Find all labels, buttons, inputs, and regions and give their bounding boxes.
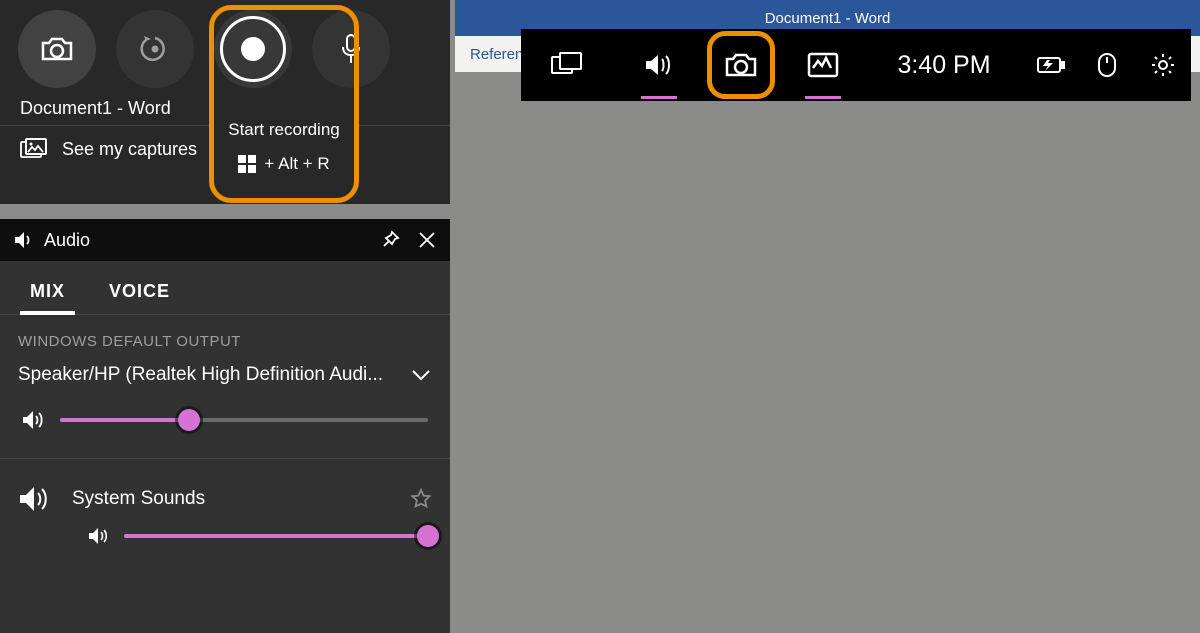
speaker-icon: [14, 231, 34, 249]
camera-highlight: [707, 31, 775, 99]
tab-mix[interactable]: MIX: [30, 281, 65, 314]
ribbon-tab-references[interactable]: Referen: [470, 46, 523, 63]
battery-icon: [1023, 29, 1079, 101]
gamebar-status-bar: 3:40 PM: [521, 29, 1191, 101]
volume-icon[interactable]: [22, 410, 46, 430]
output-volume-slider[interactable]: [60, 418, 428, 422]
word-body: [455, 72, 1200, 633]
mouse-icon: [1079, 29, 1135, 101]
close-icon[interactable]: [418, 231, 436, 249]
output-section-label: WINDOWS DEFAULT OUTPUT: [0, 315, 450, 358]
windows-key-icon: [238, 155, 256, 173]
record-last-button[interactable]: [116, 10, 194, 88]
slider-fill: [124, 534, 428, 538]
output-volume-row: [0, 392, 450, 458]
record-dot-icon: [241, 37, 265, 61]
tooltip-title: Start recording: [228, 120, 340, 140]
performance-underline: [805, 96, 841, 99]
chevron-down-icon: [410, 368, 432, 382]
settings-button[interactable]: [1135, 29, 1191, 101]
slider-fill: [60, 418, 189, 422]
volume-button[interactable]: [613, 29, 705, 101]
camera-button[interactable]: [705, 29, 777, 101]
audio-header: Audio: [0, 219, 450, 261]
tab-voice[interactable]: VOICE: [109, 281, 170, 314]
slider-thumb[interactable]: [417, 525, 439, 547]
see-captures-label: See my captures: [62, 139, 197, 160]
start-recording-button[interactable]: [214, 10, 292, 88]
audio-panel: Audio MIX VOICE WINDOWS DEFAULT OUTPUT S…: [0, 219, 450, 633]
favorite-star-icon[interactable]: [410, 488, 432, 510]
divider: [0, 458, 450, 459]
volume-underline: [641, 96, 677, 99]
system-sounds-volume-row: [0, 513, 450, 545]
start-recording-tooltip: Start recording + Alt + R: [213, 98, 355, 196]
system-sounds-row: System Sounds: [0, 467, 450, 513]
capture-panel: Document1 - Word See my captures Start r…: [0, 0, 450, 204]
word-title-text: Document1 - Word: [765, 10, 891, 27]
status-time: 3:40 PM: [869, 29, 1019, 101]
output-device-name: Speaker/HP (Realtek High Definition Audi…: [18, 364, 383, 386]
pin-icon[interactable]: [380, 230, 400, 250]
record-ring: [220, 16, 286, 82]
slider-thumb[interactable]: [178, 409, 200, 431]
tooltip-shortcut: + Alt + R: [238, 154, 329, 174]
audio-title: Audio: [44, 230, 90, 251]
screenshot-button[interactable]: [18, 10, 96, 88]
speaker-large-icon: [18, 485, 52, 513]
system-sounds-slider[interactable]: [124, 534, 428, 538]
volume-small-icon[interactable]: [88, 527, 110, 545]
performance-button[interactable]: [777, 29, 869, 101]
tooltip-shortcut-text: + Alt + R: [264, 154, 329, 174]
widgets-button[interactable]: [521, 29, 613, 101]
output-device-dropdown[interactable]: Speaker/HP (Realtek High Definition Audi…: [0, 358, 450, 392]
audio-tabs: MIX VOICE: [0, 261, 450, 315]
system-sounds-label: System Sounds: [72, 488, 205, 510]
microphone-button[interactable]: [312, 10, 390, 88]
